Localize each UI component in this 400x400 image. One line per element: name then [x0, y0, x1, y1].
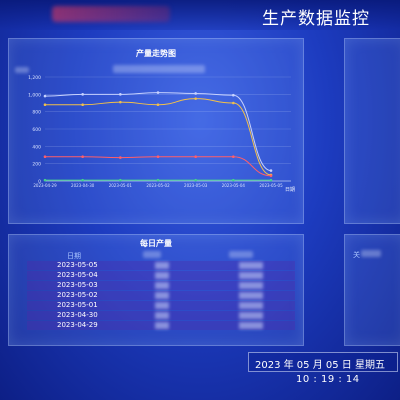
y-tick-label: 600 [32, 127, 41, 133]
y-tick-label: 1,000 [28, 92, 41, 98]
trend-chart-panel: 产量走势图 0 200 400 600 800 1,000 1,200 2023-04-29 2… [8, 38, 304, 224]
data-point [81, 103, 84, 107]
data-point [43, 178, 47, 182]
trend-chart: 02004006008001,0001,2002023-04-29 2023-04… [28, 75, 295, 193]
y-tick-label: 200 [32, 162, 41, 168]
x-tick-label: 2023-05-01 [109, 183, 133, 188]
blurred-cell [155, 282, 169, 289]
blurred-cell [155, 262, 169, 269]
data-point [232, 101, 235, 105]
data-point [156, 178, 160, 182]
row-date: 2023-05-01 [57, 301, 98, 309]
date-display: 2023 年 05 月 05 日 星期五 [248, 352, 398, 372]
blurred-logo [52, 6, 170, 22]
current-time: 10 : 19 : 14 [296, 374, 360, 385]
blurred-cell [239, 262, 263, 269]
data-point [43, 103, 47, 107]
blurred-cell [239, 282, 263, 289]
right-bottom-panel: 关 [344, 234, 400, 346]
data-point [81, 155, 84, 159]
row-date: 2023-05-02 [57, 291, 98, 299]
blurred-column-header [143, 251, 161, 258]
blurred-column-header [361, 250, 381, 257]
data-point [156, 155, 160, 159]
x-tick-label: 2023-04-30 [71, 183, 95, 188]
page-title: 生产数据监控 [262, 9, 370, 29]
table-row: 2023-05-02 [27, 291, 295, 300]
blurred-cell [239, 292, 263, 299]
data-point [269, 174, 273, 178]
data-point [119, 178, 122, 182]
row-date: 2023-04-29 [57, 321, 98, 329]
blurred-cell [155, 272, 169, 279]
table-row: 2023-05-01 [27, 301, 295, 310]
data-point [156, 91, 160, 94]
table-row: 2023-04-30 [27, 311, 295, 320]
table-row: 2023-04-29 [27, 321, 295, 330]
data-point [156, 103, 160, 107]
data-point [119, 93, 122, 96]
y-tick-label: 800 [32, 110, 41, 116]
x-tick-label: 2023-05-02 [146, 183, 170, 188]
series-line [45, 156, 272, 177]
blurred-cell [239, 312, 263, 319]
x-axis-title: 日期 [285, 187, 295, 193]
x-tick-label: 2023-04-29 [33, 183, 57, 188]
data-point [194, 155, 197, 159]
data-point [119, 100, 122, 104]
data-point [232, 178, 235, 182]
data-point [194, 92, 197, 95]
daily-output-title: 每日产量 [140, 239, 172, 248]
data-point [194, 97, 197, 100]
right-top-panel [344, 38, 400, 224]
data-point [194, 178, 197, 182]
data-point [43, 94, 47, 98]
x-tick-label: 2023-05-04 [222, 183, 246, 188]
daily-output-panel: 每日产量 日期 2023-05-05 2023-05-04 2023-05-03… [8, 234, 304, 346]
data-point [81, 93, 84, 96]
table-row: 2023-05-03 [27, 281, 295, 290]
data-point [43, 155, 47, 159]
data-point [232, 155, 235, 159]
y-tick-label: 400 [32, 144, 41, 150]
y-tick-label: 1,200 [28, 75, 41, 81]
table-header: 日期 [21, 251, 291, 261]
blurred-column-header [229, 251, 253, 258]
data-point [119, 156, 122, 159]
blurred-cell [155, 312, 169, 319]
row-date: 2023-05-03 [57, 281, 98, 289]
blurred-cell [239, 322, 263, 329]
row-date: 2023-04-30 [57, 311, 98, 319]
data-point [269, 169, 273, 172]
date-column-header: 日期 [67, 252, 81, 260]
blurred-cell [239, 302, 263, 309]
blurred-cell [239, 272, 263, 279]
table-row: 2023-05-05 [27, 261, 295, 270]
data-point [81, 178, 84, 182]
current-date: 2023 年 05 月 05 日 星期五 [255, 360, 385, 371]
x-tick-label: 2023-05-03 [184, 183, 208, 188]
table-row: 2023-05-04 [27, 271, 295, 280]
blurred-cell [155, 322, 169, 329]
blurred-cell [155, 292, 169, 299]
right-column-header: 关 [353, 251, 360, 259]
row-date: 2023-05-04 [57, 271, 98, 279]
row-date: 2023-05-05 [57, 261, 98, 269]
data-point [269, 178, 273, 182]
data-point [232, 93, 235, 97]
x-tick-label: 2023-05-05 [259, 183, 283, 188]
blurred-cell [155, 302, 169, 309]
